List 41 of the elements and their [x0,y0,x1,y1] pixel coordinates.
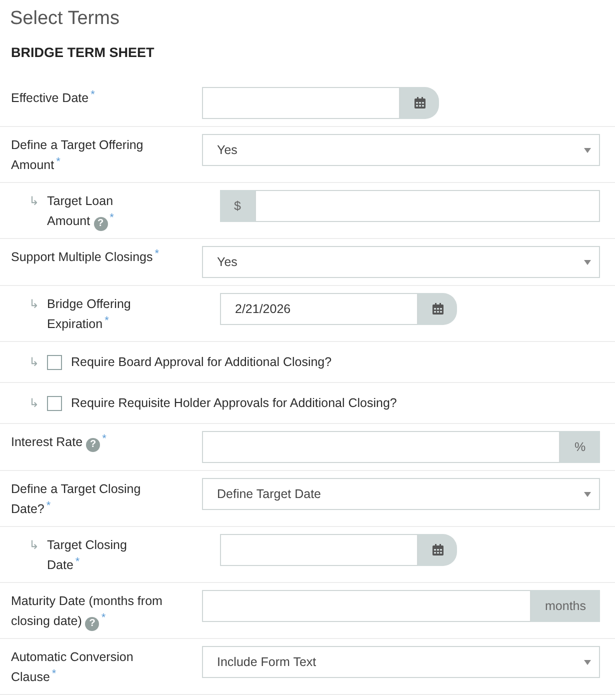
number-field[interactable] [202,431,560,463]
dropdown[interactable]: Yes [202,134,600,166]
caret-icon [584,660,591,664]
field-label: Automatic Conversion Clause $^{*}$ [11,649,134,686]
caret-icon [584,492,591,496]
currency-addon: $ [220,190,255,222]
calendar-button[interactable] [418,293,457,325]
caret-icon [584,148,591,152]
calendar-button[interactable] [418,534,457,566]
indent-arrow: ↳ [29,193,40,210]
amount-field[interactable] [254,190,600,222]
checkbox[interactable] [47,354,62,370]
field-label: Define a Target Offering Amount $^{*}$ [11,137,144,174]
field-label: Effective Date $^{*}$ [11,88,95,107]
page-title: Select Terms [9,7,120,31]
checkbox-label: Require Board Approval for Additional Closing? [71,355,332,369]
date-field[interactable] [202,87,400,119]
unit-addon: % [560,431,600,463]
indent-arrow: ↳ [29,354,40,371]
dropdown[interactable]: Include Form Text [202,646,600,678]
number-field[interactable] [202,590,531,622]
calendar-icon [432,544,444,556]
dropdown[interactable]: Yes [202,246,600,278]
field-label: Bridge Offering Expiration $^{*}$ [47,296,132,333]
field-label: Define a Target Closing Date? $^{*}$ [11,481,142,518]
checkbox-label: Require Requisite Holder Approvals for Additional Closing? [71,396,397,410]
field-label: Support Multiple Closings $^{*}$ [11,247,160,266]
unit-addon: months [531,590,600,622]
calendar-icon [414,97,426,109]
indent-arrow: ↳ [29,537,40,554]
date-field[interactable] [220,534,418,566]
calendar-icon [432,303,444,315]
field-label: Target Closing Date $^{*}$ [47,537,128,574]
indent-arrow: ↳ [29,296,40,313]
calendar-button[interactable] [400,87,439,119]
checkbox[interactable] [47,396,62,410]
date-field[interactable]: 2/21/2026 [220,293,418,325]
indent-arrow: ↳ [29,395,40,412]
dropdown[interactable]: Define Target Date [202,478,600,510]
section-title: BRIDGE TERM SHEET [10,44,156,62]
caret-icon [584,260,591,264]
